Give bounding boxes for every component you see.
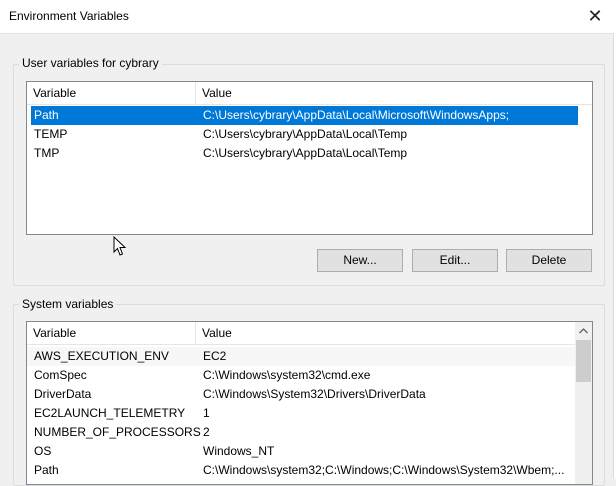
system-variables-list[interactable]: Variable Value AWS_EXECUTION_ENV EC2 Com… <box>26 321 593 485</box>
row-variable: OS <box>34 444 52 458</box>
table-row[interactable]: Path C:\Users\cybrary\AppData\Local\Micr… <box>31 106 578 125</box>
mouse-pointer-icon <box>113 236 127 256</box>
column-header-variable[interactable]: Variable <box>27 322 195 344</box>
row-variable: EC2LAUNCH_TELEMETRY <box>34 406 186 420</box>
column-header-variable[interactable]: Variable <box>27 82 195 104</box>
system-list-header: Variable Value <box>27 322 575 345</box>
row-value: Windows_NT <box>203 444 275 458</box>
table-row[interactable]: ComSpec C:\Windows\system32\cmd.exe <box>27 366 575 385</box>
row-value: 2 <box>203 425 210 439</box>
scrollbar-thumb[interactable] <box>576 340 591 382</box>
row-value: C:\Windows\system32;C:\Windows;C:\Window… <box>203 463 565 477</box>
row-value: C:\Users\cybrary\AppData\Local\Microsoft… <box>203 108 510 122</box>
column-header-value[interactable]: Value <box>196 322 575 344</box>
user-list-header: Variable Value <box>27 82 592 105</box>
row-variable: TMP <box>34 146 60 160</box>
row-value: C:\Users\cybrary\AppData\Local\Temp <box>203 146 408 160</box>
user-variables-label: User variables for cybrary <box>19 56 162 70</box>
table-row[interactable]: Path C:\Windows\system32;C:\Windows;C:\W… <box>27 461 575 480</box>
row-variable: Path <box>34 463 59 477</box>
row-value: C:\Windows\System32\Drivers\DriverData <box>203 387 426 401</box>
user-variables-list[interactable]: Variable Value Path C:\Users\cybrary\App… <box>26 81 593 235</box>
table-row[interactable]: DriverData C:\Windows\System32\Drivers\D… <box>27 385 575 404</box>
table-row[interactable]: OS Windows_NT <box>27 442 575 461</box>
vertical-scrollbar[interactable] <box>575 322 592 484</box>
table-row[interactable]: EC2LAUNCH_TELEMETRY 1 <box>27 404 575 423</box>
row-variable: NUMBER_OF_PROCESSORS <box>34 425 201 439</box>
table-row[interactable]: TMP C:\Users\cybrary\AppData\Local\Temp <box>31 144 578 163</box>
title-bar: Environment Variables ✕ <box>0 0 616 34</box>
new-button[interactable]: New... <box>317 249 403 272</box>
row-value: C:\Users\cybrary\AppData\Local\Temp <box>203 127 408 141</box>
table-row[interactable]: TEMP C:\Users\cybrary\AppData\Local\Temp <box>31 125 578 144</box>
row-variable: AWS_EXECUTION_ENV <box>34 349 169 363</box>
row-variable: Path <box>34 108 59 122</box>
table-row[interactable]: AWS_EXECUTION_ENV EC2 <box>27 347 575 366</box>
row-variable: DriverData <box>34 387 92 401</box>
edit-button[interactable]: Edit... <box>412 249 498 272</box>
chevron-up-icon[interactable] <box>575 322 592 339</box>
delete-button[interactable]: Delete <box>506 249 592 272</box>
row-value: C:\Windows\system32\cmd.exe <box>203 368 371 382</box>
row-value: EC2 <box>203 349 227 363</box>
row-variable: TEMP <box>34 127 68 141</box>
row-value: 1 <box>203 406 210 420</box>
table-row[interactable]: NUMBER_OF_PROCESSORS 2 <box>27 423 575 442</box>
column-header-value[interactable]: Value <box>196 82 592 104</box>
system-variables-label: System variables <box>19 297 117 311</box>
row-variable: ComSpec <box>34 368 87 382</box>
window-title: Environment Variables <box>9 9 129 23</box>
close-icon[interactable]: ✕ <box>580 2 610 30</box>
